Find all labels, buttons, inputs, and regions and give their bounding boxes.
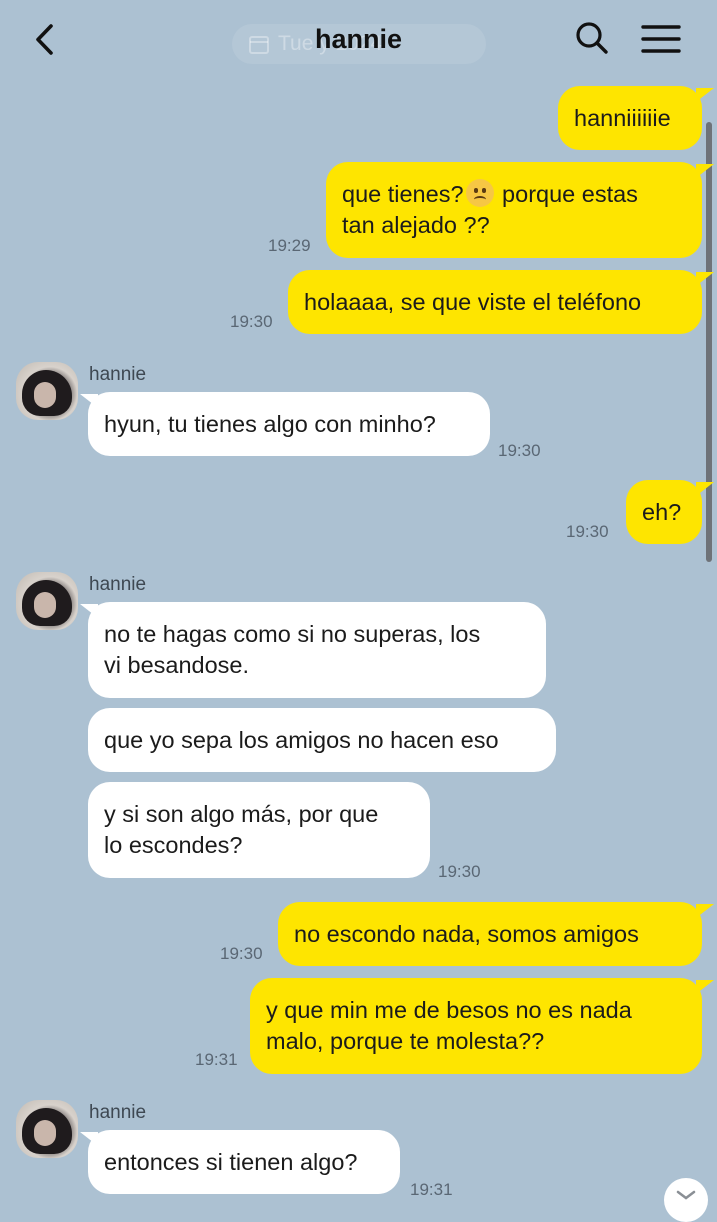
chevron-left-icon [36, 24, 53, 55]
avatar[interactable] [16, 572, 78, 630]
message-text: no escondo nada, somos amigos [294, 921, 639, 947]
message-time: 19:29 [268, 236, 311, 255]
message-text: y que min me de besos no es nada [266, 997, 632, 1023]
message-text: que yo sepa los amigos no hacen eso [104, 727, 499, 753]
sender-name: hannie [89, 574, 147, 595]
message-text: vi besandose. [104, 652, 250, 678]
incoming-message[interactable]: no te hagas como si no superas, los vi b… [88, 602, 546, 698]
bubble-tail [696, 482, 714, 496]
calendar-icon [249, 36, 269, 54]
menu-button[interactable] [640, 20, 682, 60]
date-pill: Tue y 2024 [232, 24, 486, 64]
message-time: 19:30 [438, 862, 481, 881]
search-button[interactable] [572, 18, 612, 58]
incoming-message[interactable]: que yo sepa los amigos no hacen eso [88, 708, 556, 772]
scrollbar[interactable] [706, 122, 712, 562]
avatar[interactable] [16, 1100, 78, 1158]
back-button[interactable] [26, 20, 66, 60]
message-time: 19:30 [566, 522, 609, 541]
bubble-tail [696, 164, 714, 178]
search-icon [576, 22, 608, 54]
sender-name: hannie [89, 1102, 147, 1123]
message-text: malo, porque te molesta?? [266, 1028, 545, 1054]
chat-header: Tue y 2024 hannie [0, 0, 717, 80]
incoming-message[interactable]: y si son algo más, por que lo escondes? [88, 782, 430, 878]
message-text: que tienes? [342, 181, 464, 207]
message-time: 19:30 [230, 312, 273, 331]
message-time: 19:31 [195, 1050, 238, 1069]
incoming-message[interactable]: entonces si tienen algo? [88, 1130, 400, 1194]
chevron-down-icon [676, 1190, 696, 1200]
outgoing-message[interactable]: que tienes? porque estas tan alejado ?? [326, 162, 702, 258]
message-text: hanniiiiiie [574, 105, 671, 131]
message-text: no te hagas como si no superas, los [104, 621, 481, 647]
message-time: 19:30 [498, 441, 541, 460]
date-text: Tue y 2024 [278, 32, 383, 55]
bubble-tail [696, 904, 714, 918]
message-text: lo escondes? [104, 832, 243, 858]
message-text: hyun, tu tienes algo con minho? [104, 411, 436, 437]
outgoing-message[interactable]: eh? [626, 480, 702, 544]
message-time: 19:31 [410, 1180, 453, 1199]
bubble-tail [696, 980, 714, 994]
bubble-tail [696, 272, 714, 286]
outgoing-message[interactable]: hanniiiiiie [558, 86, 702, 150]
hamburger-menu-icon [641, 25, 681, 53]
outgoing-message[interactable]: y que min me de besos no es nada malo, p… [250, 978, 702, 1074]
bubble-tail [696, 88, 714, 102]
outgoing-message[interactable]: holaaaa, se que viste el teléfono [288, 270, 702, 334]
frowning-face-icon [465, 179, 494, 207]
message-text: eh? [642, 499, 682, 525]
message-text: y si son algo más, por que [104, 801, 379, 827]
message-text: entonces si tienen algo? [104, 1149, 358, 1175]
message-time: 19:30 [220, 944, 263, 963]
message-text: tan alejado ?? [342, 212, 490, 238]
incoming-message[interactable]: hyun, tu tienes algo con minho? [88, 392, 490, 456]
sender-name: hannie [89, 364, 147, 385]
message-text: holaaaa, se que viste el teléfono [304, 289, 642, 315]
message-text: porque estas [495, 181, 638, 207]
outgoing-message[interactable]: no escondo nada, somos amigos [278, 902, 702, 966]
avatar[interactable] [16, 362, 78, 420]
scroll-down-button[interactable] [664, 1178, 708, 1222]
